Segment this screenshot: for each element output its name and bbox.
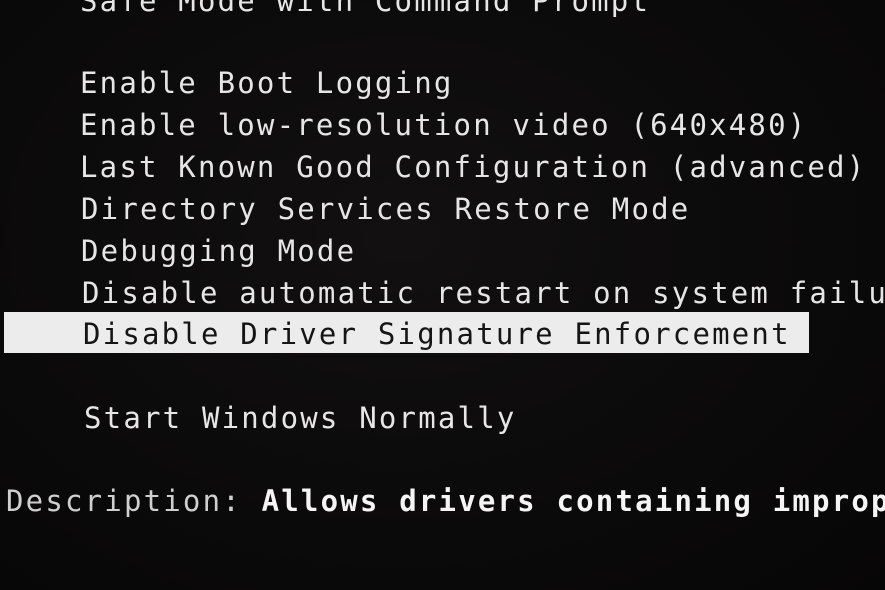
menu-item-last-known-good-configuration[interactable]: Last Known Good Configuration (advanced)	[80, 153, 866, 182]
menu-item-low-resolution-video[interactable]: Enable low-resolution video (640x480)	[80, 111, 807, 140]
menu-item-disable-driver-signature-enforcement[interactable]: Disable Driver Signature Enforcement	[4, 312, 809, 353]
menu-item-safe-mode-command-prompt[interactable]: Safe Mode with Command Prompt	[80, 0, 650, 16]
menu-item-start-windows-normally[interactable]: Start Windows Normally	[84, 404, 517, 433]
description: Description: Allows drivers containing i…	[6, 487, 885, 516]
description-text: Allows drivers containing improper signa…	[261, 484, 885, 518]
selected-item-label: Disable Driver Signature Enforcement	[83, 317, 791, 351]
description-label: Description:	[6, 484, 242, 518]
menu-item-directory-services-restore-mode[interactable]: Directory Services Restore Mode	[81, 195, 690, 224]
menu-item-debugging-mode[interactable]: Debugging Mode	[81, 237, 356, 266]
menu-item-enable-boot-logging[interactable]: Enable Boot Logging	[80, 69, 454, 98]
menu-item-disable-automatic-restart[interactable]: Disable automatic restart on system fail…	[82, 279, 885, 308]
